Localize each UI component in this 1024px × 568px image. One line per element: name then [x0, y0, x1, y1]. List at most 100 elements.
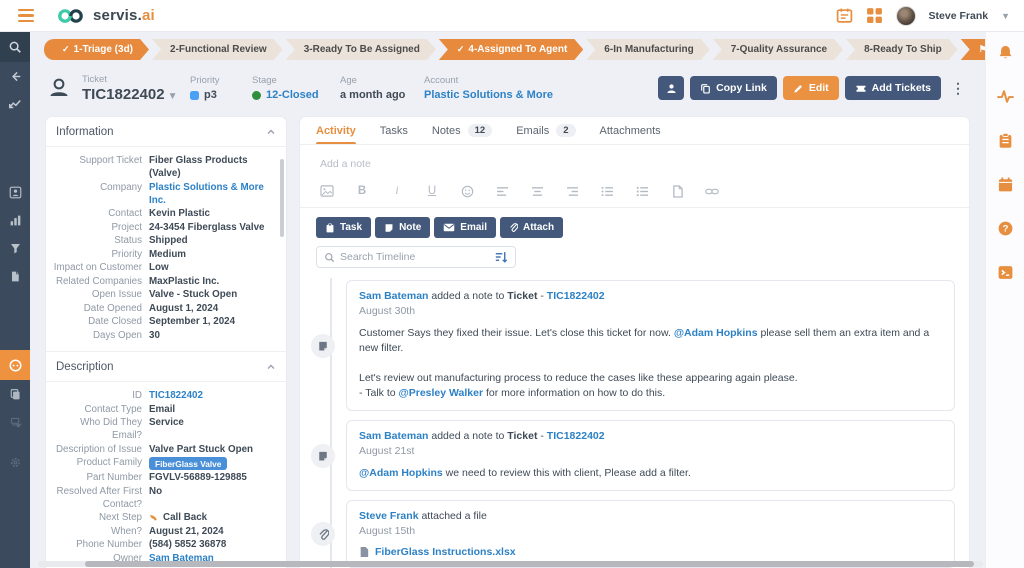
note-button[interactable]: Note [375, 217, 431, 238]
tab-notes[interactable]: Notes 12 [432, 117, 493, 144]
underline-icon[interactable]: U [425, 184, 439, 198]
mention-link[interactable]: @Adam Hopkins [674, 327, 758, 339]
calendar-icon[interactable] [836, 7, 853, 24]
calendar-rail-icon[interactable] [997, 176, 1014, 193]
priority-value: p3 [190, 89, 252, 101]
field-row: Description of Issue Valve Part Stuck Ope… [55, 443, 254, 455]
search-icon [325, 252, 335, 262]
italic-icon[interactable]: i [390, 184, 404, 198]
description-section-header[interactable]: Description [46, 352, 286, 382]
attach-button[interactable]: Attach [499, 217, 564, 238]
field-row: Status Shipped [114, 235, 188, 246]
document-icon[interactable] [0, 262, 30, 290]
copy-link-button[interactable]: Copy Link [690, 76, 777, 100]
support-tickets-icon[interactable] [0, 350, 30, 380]
ticket-id-link[interactable]: TIC1822402 [149, 389, 280, 402]
product-family-badge[interactable]: FiberGlass Valve [149, 457, 228, 470]
link-icon[interactable] [705, 184, 719, 198]
edit-button[interactable]: Edit [782, 76, 839, 100]
user-avatar[interactable] [895, 5, 916, 26]
ticket-link[interactable]: TIC1822402 [547, 430, 605, 442]
stage-4-assigned-to-agent[interactable]: ✓ 4-Assigned To Agent [439, 39, 583, 60]
settings-gear-icon[interactable] [0, 448, 30, 476]
user-menu-caret-icon[interactable]: ▼ [1001, 11, 1010, 21]
tab-emails[interactable]: Emails 2 [516, 117, 576, 144]
email-button[interactable]: Email [434, 217, 496, 238]
note-composer: Add a note B i U [300, 145, 969, 208]
notifications-bell-icon[interactable] [997, 44, 1014, 61]
stage-1-triage[interactable]: ✓ 1-Triage (3d) [44, 39, 149, 60]
stage-value[interactable]: 12-Closed [252, 89, 340, 101]
attach-file-icon[interactable] [670, 184, 684, 198]
main-content: ✓ 1-Triage (3d) 2-Functional Review 3-Rea… [30, 32, 985, 568]
more-options-kebab-icon[interactable]: ⋮ [947, 80, 969, 97]
tab-tasks[interactable]: Tasks [380, 117, 408, 144]
field-row: Who Did They Email? Service [80, 417, 184, 441]
panel-scrollbar[interactable] [280, 159, 284, 237]
stage-8-ready-to-ship[interactable]: 8-Ready To Ship [846, 39, 958, 60]
note-icon [311, 443, 335, 468]
console-icon[interactable] [997, 264, 1014, 281]
horizontal-scrollbar[interactable] [38, 561, 983, 567]
ticket-id-dropdown[interactable]: TIC1822402 ▼ [82, 86, 190, 103]
bold-icon[interactable]: B [355, 184, 369, 198]
tab-attachments[interactable]: Attachments [600, 117, 661, 144]
field-row: Open Issue Valve - Stuck Open [91, 289, 238, 300]
description-fields: ID TIC1822402 Contact Type Email Who Did T… [46, 382, 286, 568]
tab-activity[interactable]: Activity [316, 117, 356, 144]
attachment-file-link[interactable]: FiberGlass Instructions.xlsx [359, 546, 942, 558]
apps-grid-icon[interactable] [866, 7, 883, 24]
stage-7-quality-assurance[interactable]: 7-Quality Assurance [713, 39, 843, 60]
timeline-card[interactable]: Sam Bateman added a note to Ticket - TIC… [346, 420, 955, 491]
horizontal-scrollbar-thumb[interactable] [85, 561, 974, 567]
numbered-list-icon[interactable] [635, 184, 649, 198]
emoji-icon[interactable] [460, 184, 474, 198]
information-section-header[interactable]: Information [46, 117, 286, 147]
search-timeline-input[interactable] [340, 251, 490, 263]
assign-user-button[interactable] [658, 76, 685, 100]
collapse-chevron-icon[interactable] [266, 127, 276, 137]
mention-link[interactable]: @Presley Walker [399, 387, 484, 399]
align-center-icon[interactable] [530, 184, 544, 198]
bullet-list-icon[interactable] [600, 184, 614, 198]
timeline-entry: Sam Bateman added a note to Ticket - TIC… [300, 280, 955, 411]
right-tool-rail: ? [985, 32, 1024, 568]
layers-icon[interactable] [0, 408, 30, 436]
copy-pages-icon[interactable] [0, 380, 30, 408]
filter-icon[interactable] [495, 251, 508, 263]
stage-3-ready-to-be-assigned[interactable]: 3-Ready To Be Assigned [286, 39, 436, 60]
help-icon[interactable]: ? [997, 220, 1014, 237]
funnel-icon[interactable] [0, 234, 30, 262]
align-right-icon[interactable] [565, 184, 579, 198]
ticket-link[interactable]: TIC1822402 [547, 290, 605, 302]
collapse-chevron-icon[interactable] [266, 362, 276, 372]
stage-2-functional-review[interactable]: 2-Functional Review [152, 39, 283, 60]
brand-logo[interactable]: servis.ai [56, 7, 155, 24]
detail-side-panel: Information Support Ticket Fiber Glass Pr… [46, 117, 286, 568]
tasks-clipboard-icon[interactable] [997, 132, 1014, 149]
contacts-icon[interactable] [0, 178, 30, 206]
image-icon[interactable] [320, 184, 334, 198]
timeline-card[interactable]: Steve Frank attached a file August 15th … [346, 500, 955, 568]
actor-link[interactable]: Sam Bateman [359, 290, 428, 302]
stage-6-in-manufacturing[interactable]: 6-In Manufacturing [586, 39, 709, 60]
hamburger-menu-icon[interactable] [18, 9, 34, 22]
note-input[interactable]: Add a note [320, 158, 949, 170]
timeline-card[interactable]: Sam Bateman added a note to Ticket - TIC… [346, 280, 955, 411]
align-left-icon[interactable] [495, 184, 509, 198]
add-tickets-button[interactable]: Add Tickets [844, 76, 941, 100]
bar-chart-icon[interactable] [0, 206, 30, 234]
mention-link[interactable]: @Adam Hopkins [359, 467, 443, 479]
analytics-chart-icon[interactable] [0, 90, 30, 118]
back-arrow-icon[interactable] [0, 62, 30, 90]
ticket-header: Ticket TIC1822402 ▼ Priority p3 Stage 12-… [46, 70, 969, 106]
search-icon[interactable] [0, 32, 30, 62]
account-link[interactable]: Plastic Solutions & More [424, 89, 553, 101]
company-link[interactable]: Plastic Solutions & More Inc. [149, 181, 280, 207]
timeline: Sam Bateman added a note to Ticket - TIC… [300, 278, 969, 568]
task-button[interactable]: Task [316, 217, 372, 238]
actor-link[interactable]: Steve Frank [359, 510, 419, 522]
actor-link[interactable]: Sam Bateman [359, 430, 428, 442]
activity-pulse-icon[interactable] [996, 88, 1014, 105]
stage-12-shipped[interactable]: ⚑12-Shipped [961, 39, 985, 60]
